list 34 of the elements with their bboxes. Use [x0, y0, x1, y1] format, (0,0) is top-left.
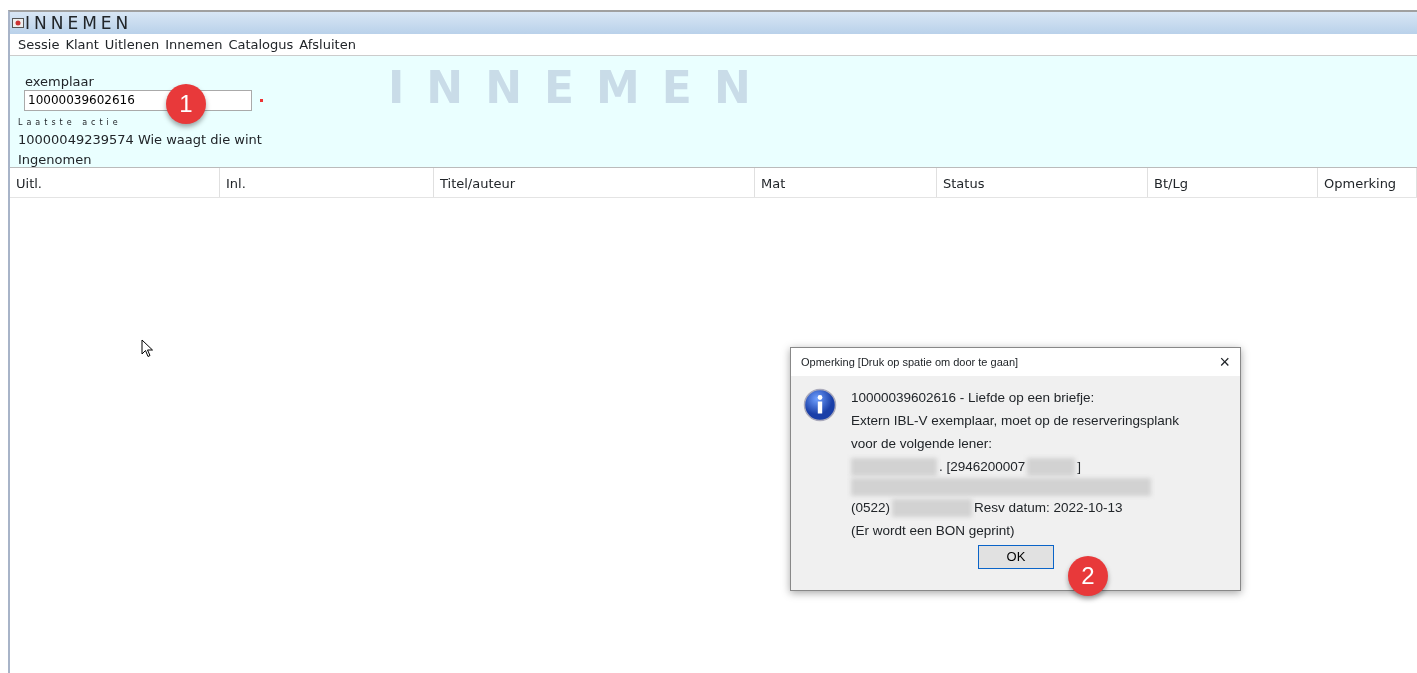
column-header[interactable]: Opmerking: [1318, 168, 1417, 197]
message-text: Resv datum: 2022-10-13: [974, 499, 1123, 517]
field-label: exemplaar: [25, 74, 95, 90]
last-action-status: Ingenomen: [18, 152, 92, 167]
column-header[interactable]: Titel/auteur: [434, 168, 755, 197]
message-text: . [2946200007: [939, 458, 1026, 476]
close-button[interactable]: ×: [1219, 353, 1230, 371]
menu-item[interactable]: Uitlenen: [104, 34, 160, 55]
window-title: INNEMEN: [25, 14, 133, 32]
menu-item[interactable]: Catalogus: [228, 34, 294, 55]
column-header[interactable]: Inl.: [220, 168, 434, 197]
ok-button[interactable]: OK: [978, 545, 1054, 569]
menu-item[interactable]: Klant: [65, 34, 99, 55]
column-header[interactable]: Status: [937, 168, 1148, 197]
menu-item[interactable]: Sessie: [18, 34, 60, 55]
info-icon: [803, 388, 837, 422]
mouse-pointer-icon: [141, 339, 154, 358]
message-text: ]: [1077, 458, 1082, 476]
message-text: voor de volgende lener:: [851, 435, 993, 453]
column-header[interactable]: Mat: [755, 168, 937, 197]
menu-item[interactable]: Innemen: [165, 34, 223, 55]
section-label: Laatste actie: [18, 118, 122, 128]
column-header[interactable]: Bt/Lg: [1148, 168, 1318, 197]
last-action-text: 10000049239574 Wie waagt die wint: [18, 132, 262, 149]
menu-item[interactable]: Afsluiten: [299, 34, 356, 55]
column-header[interactable]: Uitl.: [10, 168, 220, 197]
required-mark-icon: [260, 98, 263, 102]
message-text: 10000039602616 - Liefde op een briefje:: [851, 389, 1095, 407]
dialog-title: Opmerking [Druk op spatie om door te gaan]: [801, 354, 1019, 370]
message-text: (Er wordt een BON geprint): [851, 522, 1015, 540]
redacted-text: [1027, 457, 1076, 476]
app-icon: [12, 18, 24, 28]
message-text: (0522): [851, 499, 891, 517]
message-text: Extern IBL-V exemplaar, moet op de reserveringsplank: [851, 412, 1179, 430]
